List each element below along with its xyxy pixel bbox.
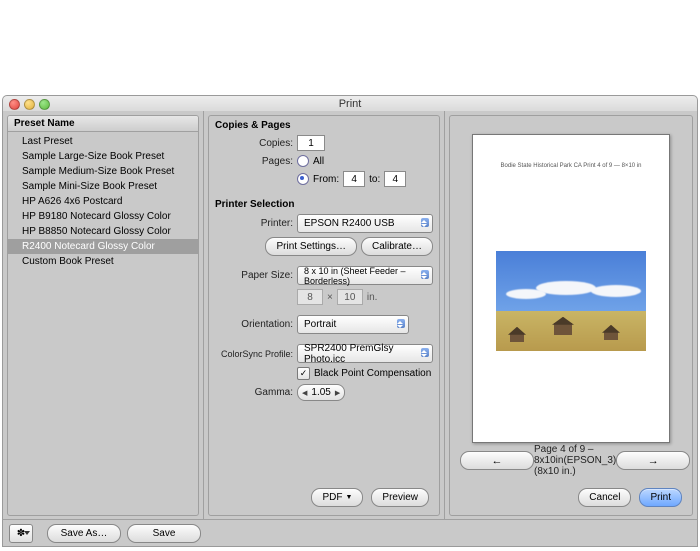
dialog-body: Preset Name Last PresetSample Large-Size… [2,111,698,521]
paper-size-select[interactable]: 8 x 10 in (Sheet Feeder – Borderless) [297,266,433,285]
preset-item[interactable]: HP B9180 Notecard Glossy Color [8,209,198,224]
preset-item[interactable]: HP B8850 Notecard Glossy Color [8,224,198,239]
preview-button[interactable]: Preview [371,488,429,507]
colorsync-select[interactable]: SPR2400 PremGlsy Photo.icc [297,344,433,363]
pdf-button[interactable]: PDF▼ [311,488,363,507]
preview-photo [496,251,646,351]
print-dialog: Print Preset Name Last PresetSample Larg… [0,0,700,551]
minimize-window-button[interactable] [24,99,35,110]
pages-from-label: From: [313,174,339,185]
orientation-row: Orientation: Portrait [209,313,439,336]
preset-item[interactable]: R2400 Notecard Glossy Color [8,239,198,254]
copies-input[interactable] [297,135,325,151]
settings-panel: Copies & Pages Copies: Pages: All From: … [204,111,445,520]
preview-nav-row: ← Page 4 of 9 – 8x10in(EPSON_3) (8x10 in… [460,444,682,477]
cancel-button[interactable]: Cancel [578,488,631,507]
mid-footer-buttons: PDF▼ Preview [219,488,429,507]
paper-size-row: Paper Size: 8 x 10 in (Sheet Feeder – Bo… [209,264,439,287]
bpc-row: Black Point Compensation [209,365,439,382]
right-footer-buttons: Cancel Print [460,488,682,507]
close-window-button[interactable] [9,99,20,110]
preset-actions-menu[interactable]: ✽ [9,524,33,543]
preview-header-text: Bodie State Historical Park CA Print 4 o… [473,163,669,169]
gamma-value: 1.05 [311,387,330,398]
pages-all-row: Pages: All [209,153,439,169]
paper-dim-sep: × [327,292,333,303]
gamma-increase-icon: ▶ [335,389,340,397]
calibrate-button[interactable]: Calibrate… [361,237,433,256]
preset-panel-inner: Preset Name Last PresetSample Large-Size… [7,115,199,516]
save-as-button[interactable]: Save As… [47,524,121,543]
pages-all-radio[interactable] [297,155,309,167]
pages-from-input[interactable] [343,171,365,187]
paper-size-label: Paper Size: [215,270,293,281]
gear-icon: ✽ [17,528,25,539]
chevron-down-icon: ▼ [345,494,352,501]
preset-item[interactable]: Custom Book Preset [8,254,198,269]
pages-label: Pages: [215,156,293,167]
orientation-label: Orientation: [215,319,293,330]
arrow-left-icon: ← [492,455,503,467]
gamma-decrease-icon: ◀ [302,389,307,397]
copies-row: Copies: [209,133,439,153]
printer-selection-title: Printer Selection [209,195,439,212]
bpc-label: Black Point Compensation [314,368,431,379]
copies-label: Copies: [215,138,293,149]
prev-page-button[interactable]: ← [460,451,534,470]
preset-item[interactable]: HP A626 4x6 Postcard [8,194,198,209]
paper-width: 8 [297,289,323,305]
pages-from-radio[interactable] [297,173,309,185]
preset-item[interactable]: Sample Mini-Size Book Preset [8,179,198,194]
dialog-footer: ✽ Save As… Save [2,519,698,547]
settings-panel-inner: Copies & Pages Copies: Pages: All From: … [208,115,440,516]
pages-from-row: From: to: [209,169,439,189]
next-page-button[interactable]: → [616,451,690,470]
save-button[interactable]: Save [127,524,201,543]
preset-list: Last PresetSample Large-Size Book Preset… [8,132,198,271]
zoom-window-button[interactable] [39,99,50,110]
print-button[interactable]: Print [639,488,682,507]
pages-all-label: All [313,156,324,167]
preview-panel-inner: Bodie State Historical Park CA Print 4 o… [449,115,693,516]
paper-height: 10 [337,289,363,305]
printer-select[interactable]: EPSON R2400 USB [297,214,433,233]
colorsync-label: ColorSync Profile: [215,349,293,359]
preset-panel: Preset Name Last PresetSample Large-Size… [3,111,204,520]
copies-pages-title: Copies & Pages [209,116,439,133]
preset-item[interactable]: Last Preset [8,134,198,149]
printer-label: Printer: [215,218,293,229]
pages-to-label: to: [369,174,380,185]
printer-buttons-row: Print Settings… Calibrate… [209,235,439,258]
titlebar: Print [2,95,698,112]
gamma-label: Gamma: [215,387,293,398]
page-info: Page 4 of 9 – 8x10in(EPSON_3) (8x10 in.) [534,444,616,477]
gamma-row: Gamma: ◀ 1.05 ▶ [209,382,439,403]
preset-item[interactable]: Sample Large-Size Book Preset [8,149,198,164]
orientation-select[interactable]: Portrait [297,315,409,334]
printer-row: Printer: EPSON R2400 USB [209,212,439,235]
preset-header: Preset Name [8,116,198,132]
window-controls [9,99,50,110]
pages-to-input[interactable] [384,171,406,187]
window-title: Print [3,98,697,110]
bpc-checkbox[interactable] [297,367,310,380]
print-settings-button[interactable]: Print Settings… [265,237,356,256]
page-preview: Bodie State Historical Park CA Print 4 o… [472,134,670,443]
paper-dim-row: 8 × 10 in. [209,287,439,307]
preset-item[interactable]: Sample Medium-Size Book Preset [8,164,198,179]
gamma-stepper[interactable]: ◀ 1.05 ▶ [297,384,345,401]
arrow-right-icon: → [648,455,659,467]
paper-unit: in. [367,292,378,303]
preview-panel: Bodie State Historical Park CA Print 4 o… [445,111,697,520]
colorsync-row: ColorSync Profile: SPR2400 PremGlsy Phot… [209,342,439,365]
